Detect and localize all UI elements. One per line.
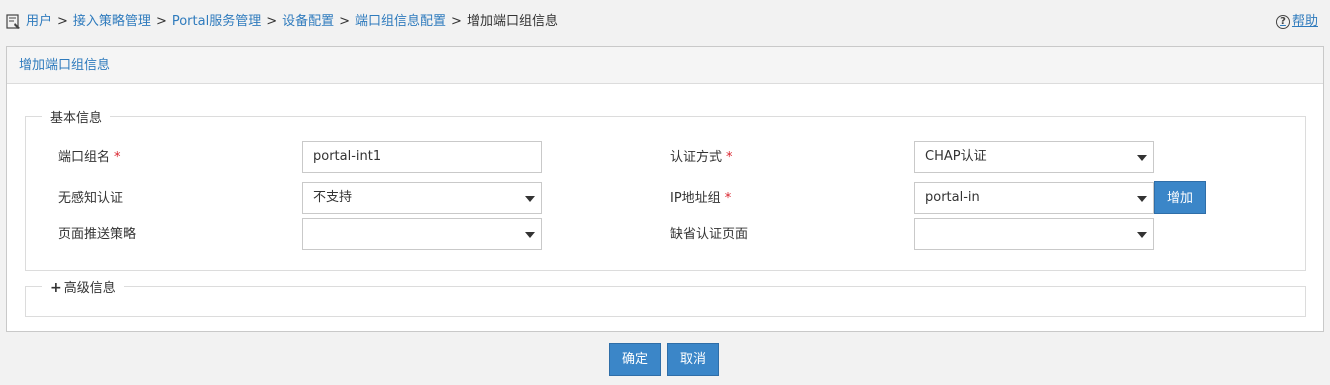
breadcrumb-separator: >: [266, 14, 278, 29]
ip-group-label: IP地址组 *: [670, 191, 732, 206]
breadcrumb-link-user[interactable]: 用户: [26, 14, 52, 29]
help-icon: ?: [1275, 15, 1290, 29]
plus-icon: +: [50, 280, 62, 296]
breadcrumb: 用户 > 接入策略管理 > Portal服务管理 > 设备配置 > 端口组信息配置 > 增加端口组信…: [26, 13, 558, 31]
form-panel: 增加端口组信息 基本信息 端口组名 * portal-int1 认证方式 * CHA…: [6, 46, 1324, 332]
help-label: 帮助: [1291, 14, 1318, 29]
auth-method-select[interactable]: CHAP认证: [914, 141, 1154, 173]
help-link[interactable]: ? 帮助: [1275, 13, 1318, 31]
breadcrumb-link-port-group-config[interactable]: 端口组信息配置: [355, 14, 446, 29]
required-marker: *: [114, 150, 121, 165]
default-auth-page-select[interactable]: [914, 218, 1154, 250]
auth-method-label: 认证方式 *: [670, 150, 733, 165]
seamless-auth-select[interactable]: 不支持: [302, 182, 542, 214]
breadcrumb-separator: >: [155, 14, 167, 29]
breadcrumb-link-portal-service[interactable]: Portal服务管理: [172, 14, 261, 29]
basic-info-legend: 基本信息: [50, 111, 103, 126]
breadcrumb-current: 增加端口组信息: [466, 14, 558, 29]
port-group-name-input[interactable]: portal-int1: [302, 141, 542, 173]
ip-group-select[interactable]: portal-in: [914, 182, 1154, 214]
breadcrumb-separator: >: [451, 14, 462, 29]
breadcrumb-separator: >: [57, 14, 68, 29]
breadcrumb-link-access-policy[interactable]: 接入策略管理: [73, 14, 151, 29]
page-push-policy-label: 页面推送策略: [58, 227, 137, 242]
advanced-info-legend: 高级信息: [63, 281, 116, 296]
required-marker: *: [726, 150, 733, 165]
advanced-info-group: + 高级信息: [25, 277, 1306, 317]
top-bar: 用户 > 接入策略管理 > Portal服务管理 > 设备配置 > 端口组信息配置 > 增加端口组信…: [0, 0, 1330, 44]
advanced-info-toggle[interactable]: + 高级信息: [42, 277, 124, 296]
required-marker: *: [724, 191, 732, 206]
breadcrumb-separator: >: [339, 14, 351, 29]
port-group-name-label: 端口组名 *: [58, 150, 121, 165]
page-push-policy-select[interactable]: [302, 218, 542, 250]
user-config-icon: [6, 14, 20, 29]
breadcrumb-link-device-config[interactable]: 设备配置: [282, 14, 334, 29]
default-auth-page-label: 缺省认证页面: [670, 227, 749, 242]
panel-title: 增加端口组信息: [7, 47, 1323, 84]
cancel-button[interactable]: 取消: [667, 343, 719, 376]
confirm-button[interactable]: 确定: [609, 343, 661, 376]
seamless-auth-label: 无感知认证: [58, 191, 124, 206]
add-ip-group-button[interactable]: 增加: [1154, 181, 1206, 214]
